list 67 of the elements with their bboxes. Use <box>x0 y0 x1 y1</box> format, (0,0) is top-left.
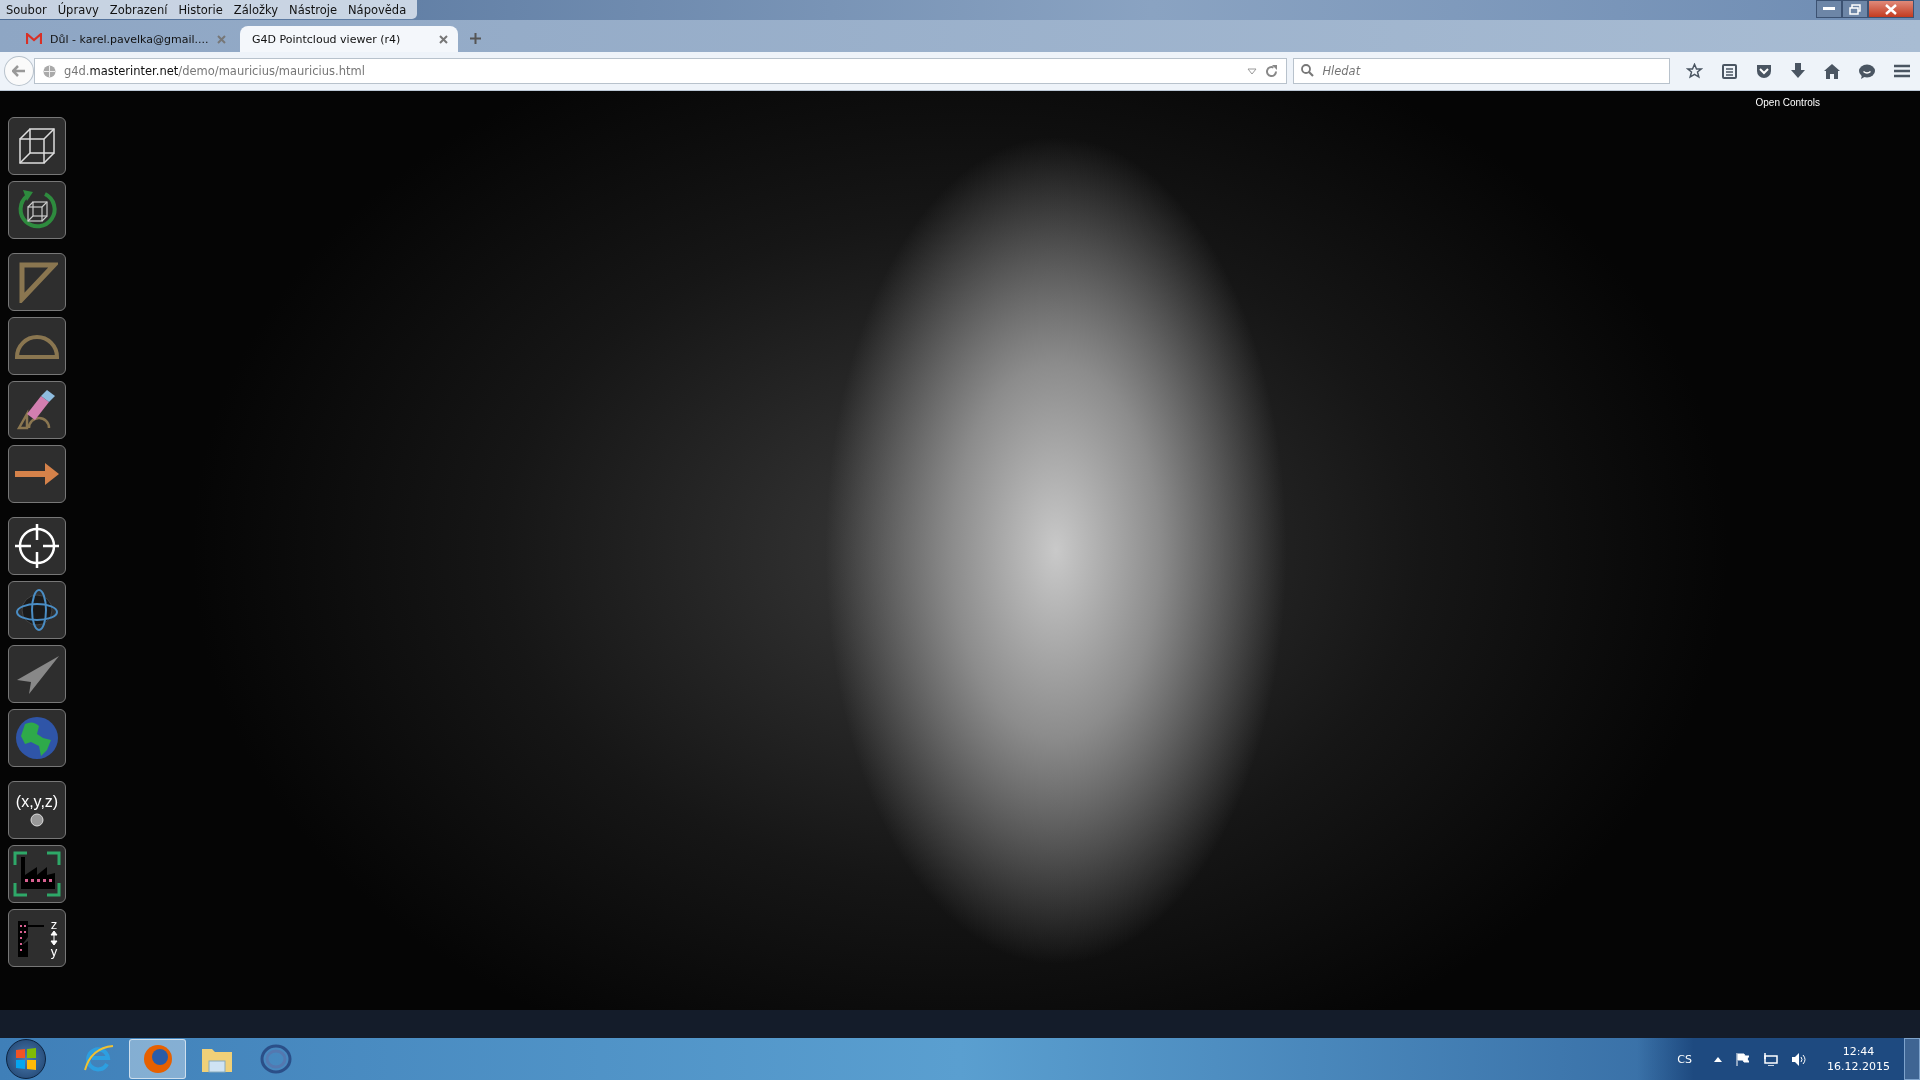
arrow-icon <box>15 463 59 485</box>
open-controls-link[interactable]: Open Controls <box>1755 97 1820 108</box>
home-icon[interactable] <box>1824 63 1840 79</box>
menu-item[interactable]: Úpravy <box>51 2 104 17</box>
download-icon[interactable] <box>1791 63 1805 79</box>
back-button[interactable] <box>4 56 34 86</box>
tab-title: Důl - karel.pavelka@gmail.... <box>50 32 209 46</box>
close-tab-icon[interactable] <box>439 34 448 44</box>
taskbar-app-button[interactable] <box>129 1039 186 1079</box>
flag-icon[interactable] <box>1736 1052 1749 1066</box>
globe-icon <box>15 716 59 760</box>
back-arrow-icon <box>11 65 26 77</box>
menu-item[interactable]: Záložky <box>227 2 284 17</box>
globe-icon <box>42 64 56 78</box>
tool-button[interactable] <box>8 845 66 903</box>
tool-button[interactable] <box>8 381 66 439</box>
dropdown-icon[interactable] <box>1247 67 1258 75</box>
tool-button[interactable]: z y <box>8 909 66 967</box>
fox-globe-icon <box>142 1044 173 1074</box>
axis-label: z <box>50 918 58 931</box>
menu-item[interactable]: Historie <box>172 2 228 17</box>
point-cloud-render[interactable] <box>0 91 1920 1010</box>
minimize-button[interactable] <box>1816 0 1842 18</box>
speaker-icon[interactable] <box>1792 1052 1807 1066</box>
browser-tab[interactable]: G4D Pointcloud viewer (r4) <box>240 26 458 52</box>
double-arrow-icon <box>50 931 58 945</box>
browser-e-icon <box>82 1044 115 1074</box>
cube-icon <box>16 125 58 167</box>
reload-icon[interactable] <box>1265 64 1279 78</box>
restore-icon <box>1849 3 1861 15</box>
star-icon[interactable] <box>1686 63 1703 79</box>
caret-up-icon[interactable] <box>1714 1056 1722 1062</box>
browser-tab[interactable]: Důl - karel.pavelka@gmail.... <box>14 26 236 52</box>
paper-plane-icon <box>15 654 59 694</box>
menu-item[interactable]: Zobrazení <box>103 2 173 17</box>
factory-icon <box>13 851 61 897</box>
tool-button[interactable] <box>8 117 66 175</box>
minimize-icon <box>1823 7 1835 11</box>
clock-time[interactable]: 12:44 <box>1842 1044 1875 1059</box>
tool-button[interactable]: (x,y,z) <box>8 781 66 839</box>
new-tab-icon[interactable] <box>470 33 481 44</box>
search-icon <box>1301 64 1315 77</box>
crosshair-icon <box>15 524 59 568</box>
clock-date[interactable]: 16.12.2015 <box>1827 1059 1890 1074</box>
ring-icon <box>259 1044 292 1074</box>
close-icon <box>1885 3 1897 15</box>
start-button[interactable] <box>6 1039 46 1079</box>
pocket-icon[interactable] <box>1756 63 1772 79</box>
menu-item[interactable]: Soubor <box>0 2 52 17</box>
coordinates-label: (x,y,z) <box>15 793 59 811</box>
windows-logo <box>15 1048 37 1070</box>
tab-title: G4D Pointcloud viewer (r4) <box>252 32 402 46</box>
mail-icon <box>26 33 42 45</box>
restore-button[interactable] <box>1842 0 1868 18</box>
menu-item[interactable]: Nápověda <box>342 2 412 17</box>
chat-icon[interactable] <box>1859 63 1875 79</box>
point-icon <box>30 813 44 827</box>
axis-label: y <box>50 945 58 958</box>
menu-item[interactable]: Nástroje <box>283 2 342 17</box>
reading-list-icon[interactable] <box>1722 63 1737 79</box>
search-field[interactable]: Hledat <box>1293 58 1670 84</box>
language-indicator[interactable]: CS <box>1677 1052 1692 1066</box>
tool-button[interactable] <box>8 517 66 575</box>
orbit-icon <box>15 588 59 632</box>
network-icon[interactable] <box>1763 1052 1778 1066</box>
menu-icon[interactable] <box>1894 64 1910 78</box>
close-button[interactable] <box>1868 0 1914 18</box>
